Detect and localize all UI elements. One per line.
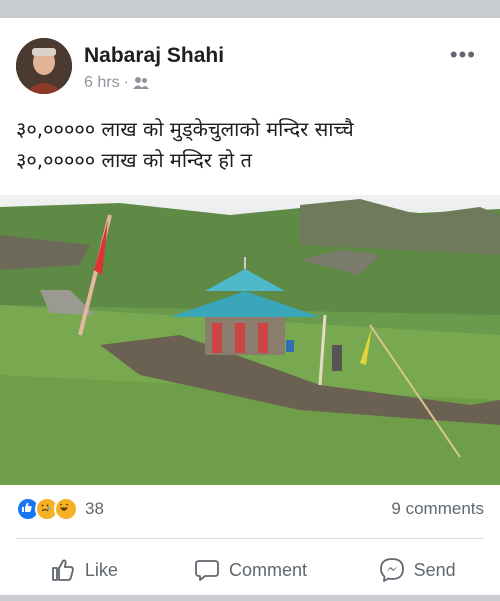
post-photo[interactable] (0, 195, 500, 485)
action-divider (16, 538, 484, 539)
post-meta: 6 hrs · (84, 74, 149, 92)
haha-reaction-icon (54, 497, 78, 521)
comment-button[interactable]: Comment (167, 548, 334, 592)
post-text-line-1: ३०,००००० लाख को मुड्केचुलाको मन्दिर साच्… (16, 117, 354, 141)
post-card: Nabaraj Shahi 6 hrs · ••• ३०,००००० लाख क… (0, 18, 500, 601)
like-label: Like (84, 559, 118, 580)
messenger-icon (379, 558, 404, 582)
more-options-icon[interactable]: ••• (450, 42, 476, 68)
like-button[interactable]: Like (0, 548, 167, 592)
author-name[interactable]: Nabaraj Shahi (84, 44, 224, 68)
post-text-line-2: ३०,००००० लाख को मन्दिर हो त (16, 148, 252, 172)
post-header: Nabaraj Shahi 6 hrs · ••• (16, 38, 484, 98)
comments-count[interactable]: 9 comments (391, 499, 484, 519)
reaction-summary[interactable]: 38 (16, 496, 104, 522)
feed-background-top (0, 0, 500, 18)
reaction-count: 38 (85, 499, 104, 518)
friends-icon (132, 77, 149, 89)
send-button[interactable]: Send (333, 548, 500, 592)
post-text: ३०,००००० लाख को मुड्केचुलाको मन्दिर साच्… (16, 114, 484, 176)
avatar[interactable] (16, 38, 72, 94)
speech-bubble-icon (195, 560, 219, 581)
feed-background-bottom (0, 595, 500, 601)
post-time[interactable]: 6 hrs (84, 74, 120, 92)
temple-hillside-image (0, 195, 500, 485)
meta-separator: · (123, 74, 129, 91)
comment-label: Comment (228, 559, 308, 580)
thumbs-up-icon (51, 559, 74, 581)
send-label: Send (413, 559, 456, 580)
post-actions: Like Comment Send (0, 548, 500, 592)
